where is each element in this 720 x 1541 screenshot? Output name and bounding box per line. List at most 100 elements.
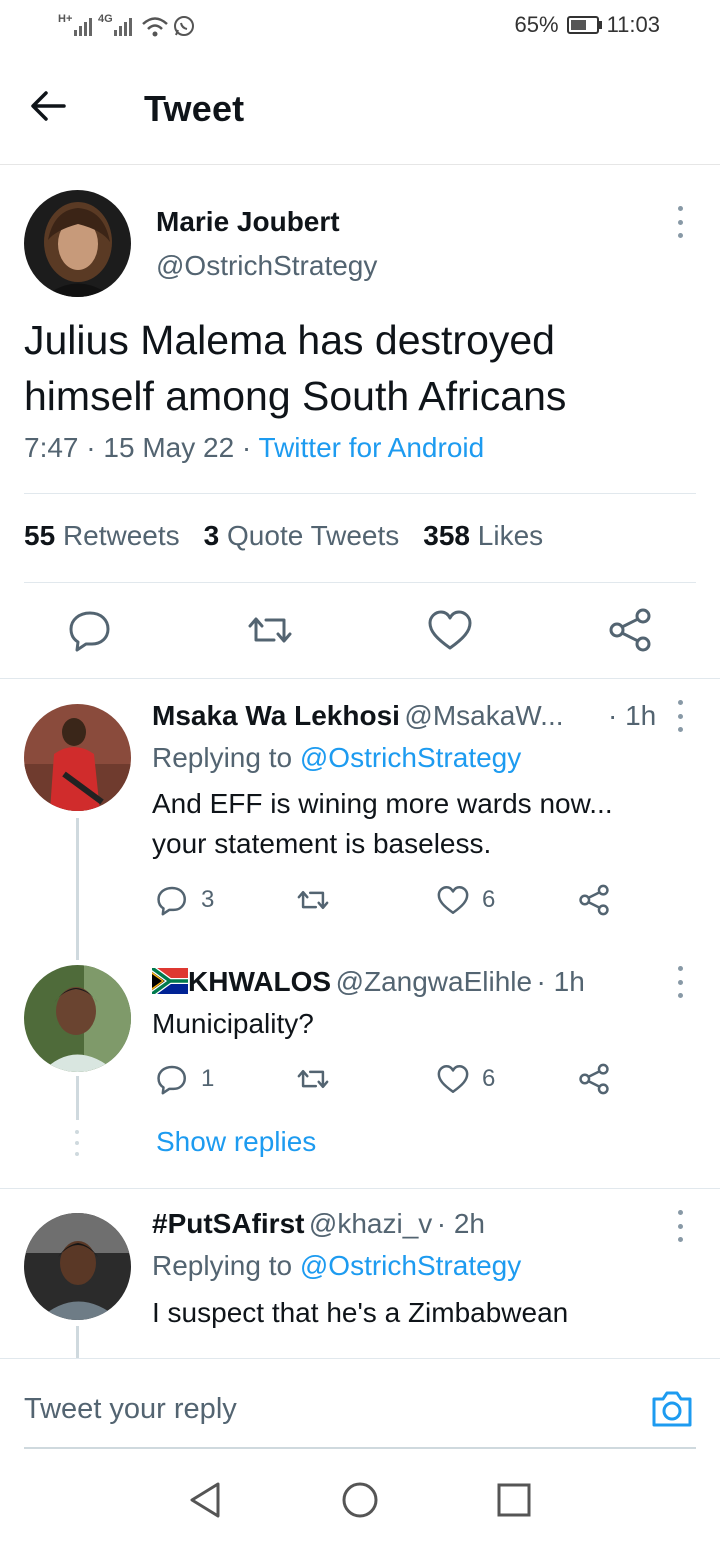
camera-button[interactable] xyxy=(650,1387,694,1436)
reply-author-name[interactable]: #PutSAfirst xyxy=(152,1208,304,1239)
more-options-icon[interactable] xyxy=(670,700,690,732)
divider xyxy=(24,582,696,583)
reply-text-line: And EFF is wining more wards now... xyxy=(152,788,613,819)
thread-line xyxy=(76,1326,79,1358)
retweet-icon xyxy=(248,617,292,643)
mention-link[interactable]: @OstrichStrategy xyxy=(300,1250,521,1281)
square-recents-icon xyxy=(497,1483,531,1517)
share-icon xyxy=(609,608,651,652)
triangle-back-icon xyxy=(190,1482,220,1518)
app-header: Tweet xyxy=(0,56,720,165)
camera-icon xyxy=(652,1391,692,1427)
south-africa-flag-icon xyxy=(150,965,188,997)
arrow-left-icon xyxy=(31,91,66,121)
avatar[interactable] xyxy=(24,1213,131,1320)
retweet-button[interactable] xyxy=(246,606,294,654)
nav-home-button[interactable] xyxy=(340,1480,380,1525)
retweet-icon xyxy=(297,890,329,910)
avatar[interactable] xyxy=(24,965,131,1072)
divider xyxy=(0,1188,720,1189)
likes-stat[interactable]: 358 Likes xyxy=(423,520,543,552)
retweet-icon xyxy=(297,1069,329,1089)
divider xyxy=(24,493,696,494)
thread-line xyxy=(76,818,79,960)
meta-separator: · xyxy=(234,432,259,463)
reply-button[interactable] xyxy=(66,606,114,654)
author-handle[interactable]: @OstrichStrategy xyxy=(156,250,377,282)
more-options-icon[interactable] xyxy=(670,1210,690,1242)
reply-composer: Tweet your reply xyxy=(0,1358,720,1449)
like-button[interactable]: 6 xyxy=(436,1062,495,1096)
share-button[interactable] xyxy=(577,883,611,917)
whatsapp-icon xyxy=(172,14,196,43)
retweet-button[interactable] xyxy=(296,1062,330,1096)
tweet-time: 7:47 xyxy=(24,432,79,463)
clock: 11:03 xyxy=(606,12,660,37)
reply-header: Msaka Wa Lekhosi @MsakaW... xyxy=(152,700,672,732)
like-count: 6 xyxy=(482,886,496,913)
mention-link[interactable]: @OstrichStrategy xyxy=(300,742,521,773)
nav-back-button[interactable] xyxy=(186,1480,226,1525)
quotes-stat[interactable]: 3 Quote Tweets xyxy=(204,520,400,552)
share-button[interactable] xyxy=(606,606,654,654)
reply-author-name[interactable]: KHWALOS xyxy=(188,966,331,997)
share-icon xyxy=(579,1063,609,1095)
show-replies-link[interactable]: Show replies xyxy=(156,1126,316,1158)
replying-to: Replying to @OstrichStrategy xyxy=(152,742,522,773)
reply-text: I suspect that he's a Zimbabwean xyxy=(152,1297,569,1328)
share-icon xyxy=(579,884,609,916)
battery-percent: 65% xyxy=(514,12,559,37)
share-button[interactable] xyxy=(577,1062,611,1096)
back-button[interactable] xyxy=(28,86,84,136)
retweet-button[interactable] xyxy=(296,883,330,917)
input-underline xyxy=(24,1447,696,1449)
like-button[interactable]: 6 xyxy=(436,883,495,917)
network-type: H+ xyxy=(58,13,73,25)
battery-icon xyxy=(566,16,602,34)
reply-author-name[interactable]: Msaka Wa Lekhosi xyxy=(152,700,400,731)
nav-recents-button[interactable] xyxy=(494,1480,534,1525)
page-title: Tweet xyxy=(144,88,245,129)
tweet-date: 15 May 22 xyxy=(103,432,235,463)
thread-dots xyxy=(74,1130,80,1156)
tweet-source[interactable]: Twitter for Android xyxy=(259,432,485,463)
reply-time: · 2h xyxy=(436,1208,485,1239)
thread-line xyxy=(76,1076,79,1120)
reply-count: 3 xyxy=(201,886,215,913)
heart-icon xyxy=(437,886,469,914)
author-name[interactable]: Marie Joubert xyxy=(156,206,340,238)
circle-home-icon xyxy=(342,1482,378,1518)
system-nav-bar xyxy=(0,1450,720,1541)
tweet-meta: 7:47 · 15 May 22 · Twitter for Android xyxy=(24,432,484,464)
avatar[interactable] xyxy=(24,704,131,811)
tweet-stats: 55 Retweets 3 Quote Tweets 358 Likes xyxy=(24,520,543,552)
divider xyxy=(0,678,720,679)
reply-icon xyxy=(69,611,110,652)
reply-header: KHWALOS @ZangwaElihle · 1h xyxy=(150,965,585,998)
reply-icon xyxy=(157,1065,186,1095)
status-bar: H+ 4G 65% 11:03 xyxy=(0,0,720,56)
reply-author-handle[interactable]: @MsakaW... xyxy=(404,700,563,731)
reply-button[interactable]: 3 xyxy=(155,883,214,917)
more-options-icon[interactable] xyxy=(670,206,690,238)
like-button[interactable] xyxy=(426,606,474,654)
like-count: 6 xyxy=(482,1065,496,1092)
reply-author-handle[interactable]: @khazi_v xyxy=(309,1208,432,1239)
heart-icon xyxy=(428,610,472,650)
tweet-text: Julius Malema has destroyed himself amon… xyxy=(24,317,567,419)
replying-to: Replying to @OstrichStrategy xyxy=(152,1250,522,1281)
reply-icon xyxy=(157,886,186,916)
reply-author-handle[interactable]: @ZangwaElihle xyxy=(336,966,533,997)
more-options-icon[interactable] xyxy=(670,966,690,998)
reply-header: #PutSAfirst @khazi_v · 2h xyxy=(152,1208,485,1240)
retweets-stat[interactable]: 55 Retweets xyxy=(24,520,180,552)
reply-button[interactable]: 1 xyxy=(155,1062,214,1096)
heart-icon xyxy=(437,1065,469,1093)
reply-input[interactable]: Tweet your reply xyxy=(24,1393,237,1426)
reply-time: · 1h xyxy=(608,700,657,731)
network-type: 4G xyxy=(98,13,113,25)
reply-count: 1 xyxy=(201,1065,215,1092)
reply-text: Municipality? xyxy=(152,1008,314,1039)
avatar[interactable] xyxy=(24,190,131,297)
wifi-icon xyxy=(140,14,170,43)
